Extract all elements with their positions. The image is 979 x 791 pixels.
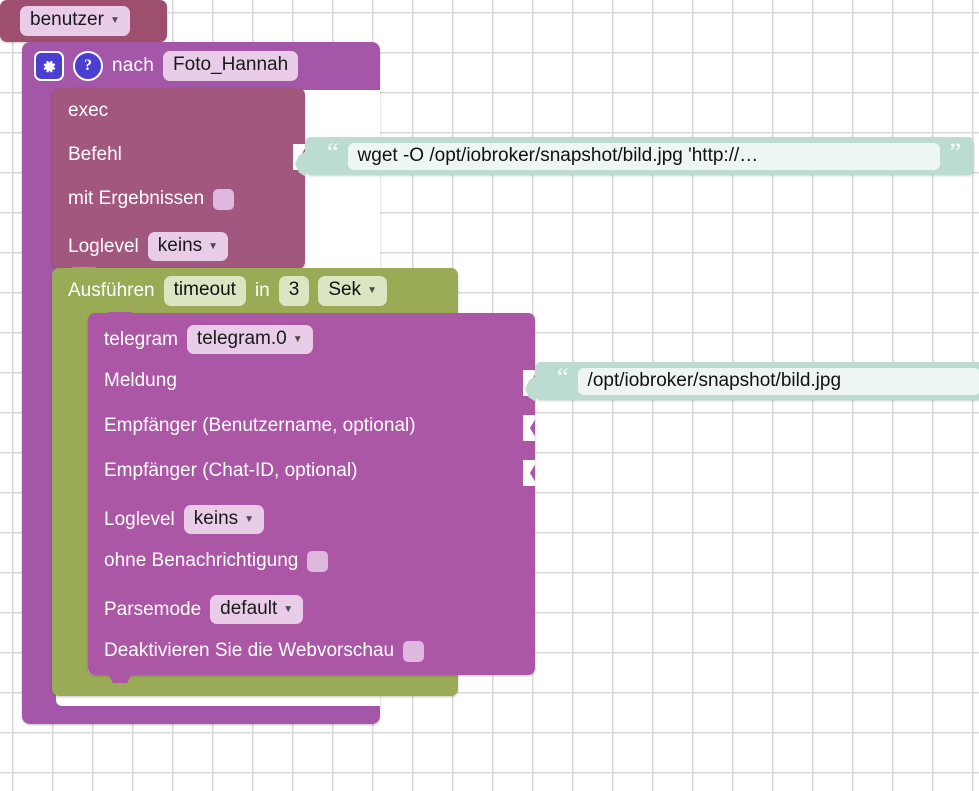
chevron-down-icon: ▼ — [292, 333, 303, 345]
telegram-row-ohne-benachrichtigung: ohne Benachrichtigung — [104, 550, 329, 572]
telegram-parsemode-dropdown[interactable]: default ▼ — [210, 595, 304, 625]
telegram-empfaenger-chatid-socket[interactable] — [523, 460, 535, 486]
exec-top-notch — [68, 87, 100, 96]
exec-loglevel-value: keins — [157, 235, 203, 256]
event-block-header: ? nach Foto_Hannah — [22, 42, 392, 90]
telegram-instance-value: telegram.0 — [196, 328, 287, 349]
exec-befehl-label: Befehl — [68, 144, 122, 165]
exec-loglevel-label: Loglevel — [68, 235, 139, 257]
exec-mit-ergebnissen-label: mit Ergebnissen — [68, 188, 205, 209]
telegram-row-empfaenger-benutzername: Empfänger (Benutzername, optional) — [104, 415, 416, 437]
telegram-instance-dropdown[interactable]: telegram.0 ▼ — [186, 325, 313, 355]
telegram-webvorschau-label: Deaktivieren Sie die Webvorschau — [104, 640, 395, 661]
telegram-loglevel-label: Loglevel — [104, 508, 175, 530]
exec-title-row: exec — [68, 100, 108, 122]
telegram-top-notch — [104, 312, 136, 321]
string-block-meldung[interactable]: “ /opt/iobroker/snapshot/bild.jpg ” — [525, 362, 979, 402]
variable-block-benutzer[interactable]: benutzer ▼ — [0, 0, 167, 42]
quote-open-icon: “ — [327, 138, 339, 167]
telegram-empfaenger-benutzername-label: Empfänger (Benutzername, optional) — [104, 415, 416, 436]
benutzer-variable-dropdown[interactable]: benutzer ▼ — [20, 6, 130, 36]
telegram-loglevel-dropdown[interactable]: keins ▼ — [183, 505, 265, 535]
telegram-ohne-benachrichtigung-checkbox[interactable] — [307, 550, 329, 572]
telegram-webvorschau-checkbox[interactable] — [403, 640, 425, 662]
telegram-empfaenger-chatid-label: Empfänger (Chat-ID, optional) — [104, 460, 358, 481]
chevron-down-icon: ▼ — [244, 513, 255, 525]
string-block-befehl[interactable]: “ wget -O /opt/iobroker/snapshot/bild.jp… — [295, 137, 974, 177]
telegram-row-loglevel: Loglevel keins ▼ — [104, 505, 265, 535]
chevron-down-icon: ▼ — [208, 240, 219, 252]
telegram-title-row: telegram telegram.0 ▼ — [104, 325, 313, 355]
timeout-unit-dropdown[interactable]: Sek ▼ — [318, 276, 387, 306]
telegram-empfaenger-benutzername-socket[interactable] — [523, 415, 535, 441]
event-name-field[interactable]: Foto_Hannah — [163, 51, 299, 81]
exec-loglevel-dropdown[interactable]: keins ▼ — [147, 232, 229, 262]
telegram-block[interactable]: telegram telegram.0 ▼ Meldung Empfänger … — [88, 312, 535, 683]
chevron-down-icon: ▼ — [367, 285, 377, 297]
timeout-seconds-field[interactable]: 3 — [278, 276, 310, 306]
telegram-row-empfaenger-chatid: Empfänger (Chat-ID, optional) — [104, 460, 357, 482]
telegram-row-webvorschau: Deaktivieren Sie die Webvorschau — [104, 640, 425, 662]
timeout-in-label: in — [254, 280, 270, 301]
help-icon[interactable]: ? — [73, 51, 103, 81]
timeout-header: Ausführen timeout in 3 Sek ▼ — [68, 268, 387, 314]
telegram-meldung-label: Meldung — [104, 370, 177, 391]
quote-close-icon: ” — [949, 138, 961, 167]
befehl-text-field[interactable]: wget -O /opt/iobroker/snapshot/bild.jpg … — [347, 142, 941, 170]
benutzer-variable-value: benutzer — [30, 9, 104, 31]
timeout-run-label: Ausführen — [68, 280, 155, 301]
telegram-row-parsemode: Parsemode default ▼ — [104, 595, 304, 625]
exec-mit-ergebnissen-checkbox[interactable] — [213, 188, 235, 210]
telegram-title: telegram — [104, 328, 178, 350]
quote-open-icon: “ — [557, 363, 569, 392]
chevron-down-icon: ▼ — [109, 15, 120, 27]
telegram-parsemode-label: Parsemode — [104, 598, 202, 620]
meldung-text-field[interactable]: /opt/iobroker/snapshot/bild.jpg — [577, 367, 979, 395]
timeout-name-field[interactable]: timeout — [163, 276, 246, 306]
exec-title: exec — [68, 100, 109, 121]
exec-row-loglevel: Loglevel keins ▼ — [68, 232, 229, 262]
timeout-unit-value: Sek — [328, 279, 362, 301]
gear-icon[interactable] — [34, 51, 64, 81]
exec-row-mit-ergebnissen: mit Ergebnissen — [68, 188, 235, 210]
variable-block-plug — [0, 8, 1, 34]
telegram-row-meldung: Meldung — [104, 370, 177, 392]
telegram-loglevel-value: keins — [193, 508, 239, 529]
chevron-down-icon: ▼ — [283, 603, 294, 615]
event-block-label: nach — [112, 55, 155, 76]
exec-row-befehl: Befehl — [68, 144, 122, 166]
exec-block[interactable]: exec Befehl mit Ergebnissen Loglevel kei… — [52, 87, 305, 277]
help-icon-glyph: ? — [84, 57, 92, 74]
telegram-ohne-benachrichtigung-label: ohne Benachrichtigung — [104, 550, 299, 571]
telegram-parsemode-value: default — [220, 598, 278, 619]
blockly-workspace[interactable]: ? nach Foto_Hannah exec Befehl mit Ergeb… — [0, 0, 979, 791]
